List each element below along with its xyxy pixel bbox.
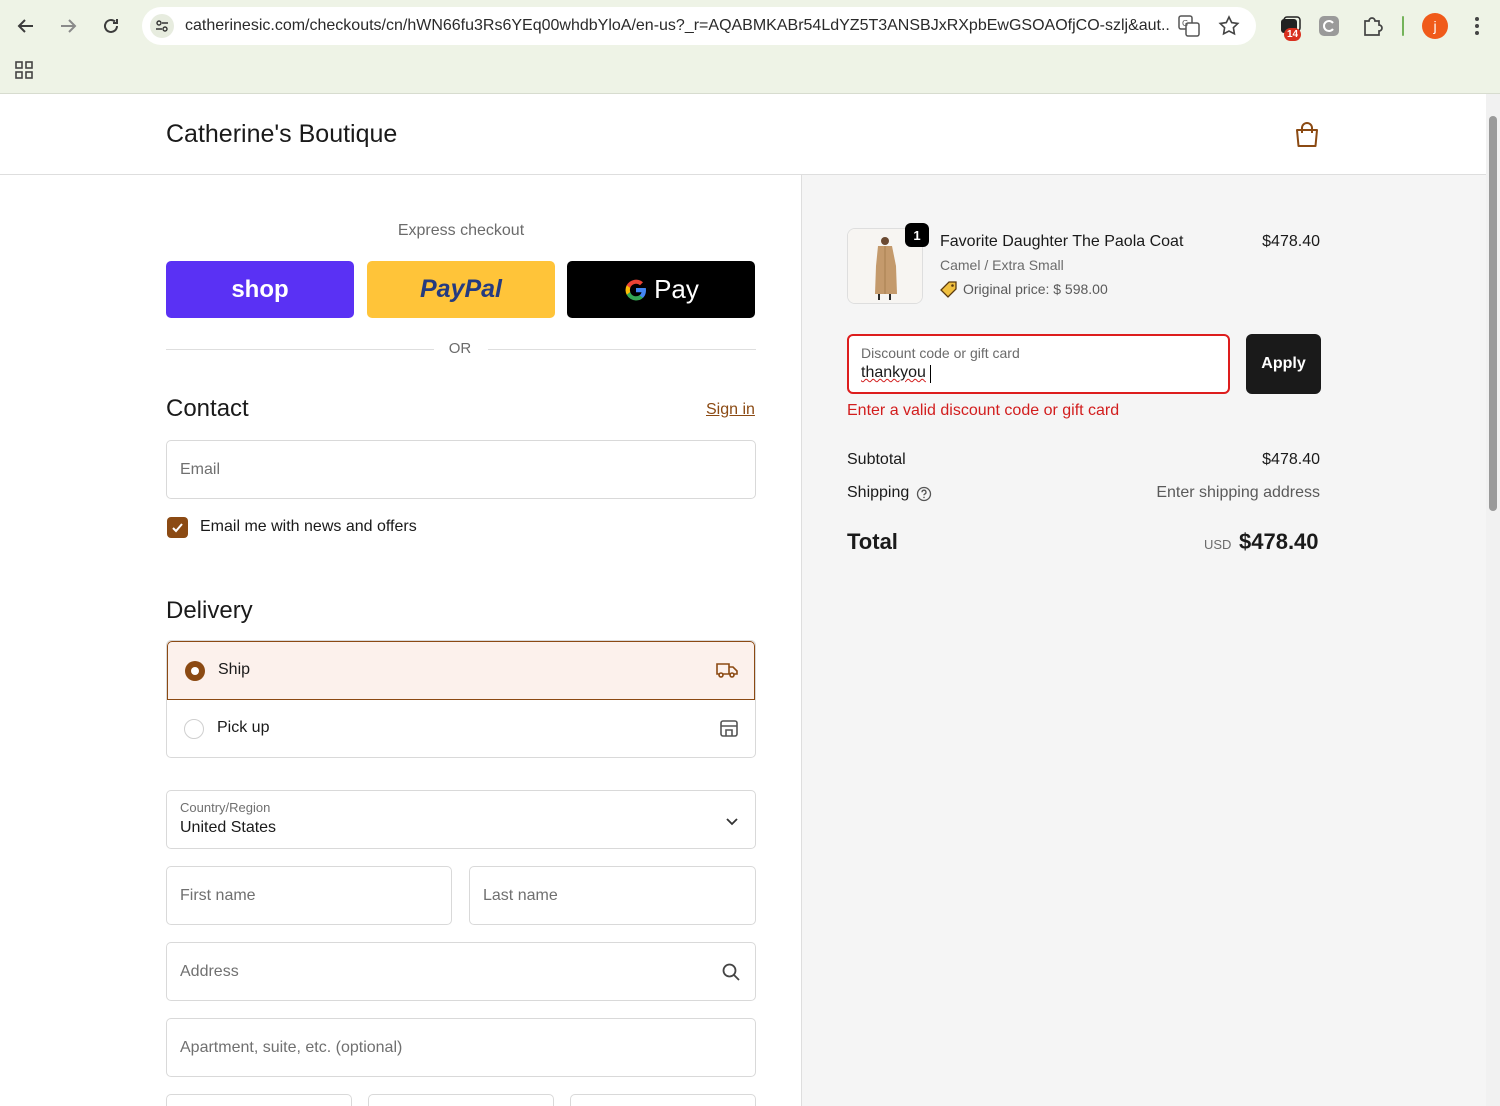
original-price: Original price: $ 598.00 <box>963 281 1108 297</box>
back-icon[interactable] <box>10 10 42 42</box>
email-placeholder: Email <box>180 461 221 478</box>
order-summary-panel <box>801 175 1487 1106</box>
zip-field[interactable] <box>570 1094 756 1106</box>
forward-icon[interactable] <box>52 10 84 42</box>
scrollbar-thumb[interactable] <box>1489 116 1497 511</box>
apply-button[interactable]: Apply <box>1246 334 1321 394</box>
apartment-field[interactable]: Apartment, suite, etc. (optional) <box>166 1018 756 1077</box>
checkmark-icon <box>172 523 183 533</box>
delivery-method-group: Ship Pick up <box>166 640 756 758</box>
discount-value: thankyou <box>861 364 926 381</box>
newsletter-label[interactable]: Email me with news and offers <box>200 518 417 536</box>
quantity-badge: 1 <box>905 223 929 247</box>
total-currency: USD <box>1204 537 1232 552</box>
first-name-field[interactable]: First name <box>166 866 452 925</box>
or-separator: OR <box>448 340 472 357</box>
newsletter-checkbox[interactable] <box>167 517 188 538</box>
pickup-label: Pick up <box>217 719 270 736</box>
svg-text:G: G <box>1182 19 1188 28</box>
total-value: $478.40 <box>1239 529 1319 554</box>
pickup-radio[interactable] <box>184 719 204 739</box>
shipping-value: Enter shipping address <box>1156 484 1320 501</box>
apartment-placeholder: Apartment, suite, etc. (optional) <box>180 1039 403 1056</box>
paypal-button[interactable]: PayPal <box>367 261 555 318</box>
google-pay-label: Pay <box>654 274 699 304</box>
discount-label: Discount code or gift card <box>861 345 1020 361</box>
contact-heading: Contact <box>166 395 249 422</box>
subtotal-value: $478.40 <box>1262 451 1320 468</box>
express-checkout-title: Express checkout <box>397 222 525 239</box>
discount-error-message: Enter a valid discount code or gift card <box>847 402 1120 419</box>
delivery-option-pickup[interactable]: Pick up <box>167 700 755 757</box>
sign-in-link[interactable]: Sign in <box>706 401 755 419</box>
profile-avatar[interactable]: j <box>1422 13 1448 39</box>
address-placeholder: Address <box>180 963 239 980</box>
store-header: Catherine's Boutique <box>0 94 1486 175</box>
google-g-icon <box>625 279 647 300</box>
paypal-label: PayPal <box>419 275 502 303</box>
country-value: United States <box>180 819 277 836</box>
store-name[interactable]: Catherine's Boutique <box>166 120 397 149</box>
help-icon[interactable] <box>916 486 932 507</box>
url-text[interactable]: catherinesic.com/checkouts/cn/hWN66fu3Rs… <box>185 17 1170 35</box>
ship-label: Ship <box>218 661 251 678</box>
toolbar-separator <box>1402 16 1404 36</box>
apply-label: Apply <box>1261 355 1306 372</box>
city-field[interactable] <box>166 1094 352 1106</box>
google-pay-button[interactable]: Pay <box>567 261 755 318</box>
delivery-heading: Delivery <box>166 597 253 624</box>
search-icon <box>721 962 741 987</box>
state-field[interactable] <box>368 1094 554 1106</box>
address-field[interactable]: Address <box>166 942 756 1001</box>
store-icon <box>719 718 739 743</box>
shop-pay-button[interactable]: shop <box>166 261 354 318</box>
subtotal-label: Subtotal <box>847 451 906 468</box>
country-select[interactable]: Country/Region United States <box>166 790 756 849</box>
bookmark-star-icon[interactable] <box>1218 15 1240 42</box>
divider <box>488 349 756 350</box>
site-settings-icon[interactable] <box>150 14 174 38</box>
page-scrollbar[interactable] <box>1486 94 1500 1106</box>
notification-badge: 14 <box>1284 28 1302 41</box>
browser-toolbar: catherinesic.com/checkouts/cn/hWN66fu3Rs… <box>0 0 1500 94</box>
grammar-extension-icon[interactable] <box>1313 10 1345 42</box>
shop-pay-label: shop <box>231 275 289 303</box>
apps-icon[interactable] <box>15 61 33 84</box>
ship-radio[interactable] <box>185 661 205 681</box>
total-label: Total <box>847 529 898 554</box>
truck-icon <box>716 660 738 685</box>
country-label: Country/Region <box>180 800 271 815</box>
first-name-placeholder: First name <box>180 887 256 904</box>
product-price: $478.40 <box>1262 233 1320 250</box>
shopping-bag-icon[interactable] <box>1294 121 1320 154</box>
email-field[interactable]: Email <box>166 440 756 499</box>
divider <box>166 349 434 350</box>
address-bar[interactable]: catherinesic.com/checkouts/cn/hWN66fu3Rs… <box>142 7 1256 45</box>
product-variant: Camel / Extra Small <box>940 257 1064 273</box>
chevron-down-icon <box>725 814 739 832</box>
last-name-placeholder: Last name <box>483 887 558 904</box>
delivery-option-ship[interactable]: Ship <box>167 641 755 700</box>
discount-code-input[interactable]: Discount code or gift card thankyou <box>847 334 1230 394</box>
text-cursor <box>930 365 931 383</box>
translate-icon[interactable]: G <box>1178 15 1200 42</box>
price-tag-icon <box>940 280 958 303</box>
reload-icon[interactable] <box>95 10 127 42</box>
more-icon[interactable] <box>1461 10 1493 42</box>
last-name-field[interactable]: Last name <box>469 866 756 925</box>
product-name: Favorite Daughter The Paola Coat <box>940 233 1184 250</box>
puzzle-icon[interactable] <box>1356 10 1388 42</box>
shipping-label: Shipping <box>847 484 910 501</box>
